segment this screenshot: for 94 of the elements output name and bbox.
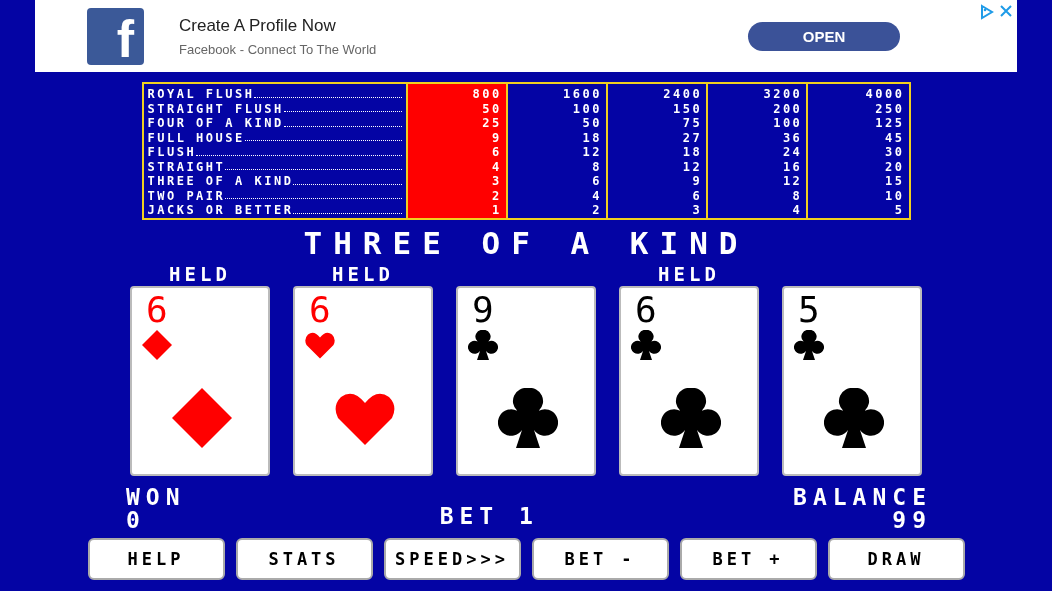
game-button[interactable]: BET + [679, 538, 817, 580]
payout-value: 50 [581, 116, 602, 131]
payout-value: 75 [681, 116, 703, 131]
payout-value: 8 [791, 188, 803, 203]
payout-value: 2400 [662, 87, 703, 102]
payout-value: 125 [874, 116, 905, 131]
club-icon [794, 330, 824, 360]
payout-value: 9 [491, 130, 502, 145]
ad-subtitle: Facebook - Connect To The World [179, 41, 378, 57]
payout-value: 800 [471, 87, 502, 102]
won-label: WON [126, 486, 186, 509]
hand-name: FLUSH [147, 145, 197, 160]
card-rank: 6 [309, 290, 331, 330]
diamond-icon [172, 388, 232, 448]
payout-value: 12 [781, 174, 803, 189]
payout-value: 3200 [762, 87, 803, 102]
playing-card[interactable]: 6 [293, 286, 433, 476]
payout-value: 150 [671, 101, 703, 116]
payout-value: 18 [581, 130, 602, 145]
payout-value: 3 [491, 174, 502, 189]
payout-value: 12 [681, 159, 703, 174]
payout-value: 1600 [562, 87, 602, 102]
card-rank: 9 [472, 290, 494, 330]
payout-value: 6 [691, 188, 703, 203]
game-button[interactable]: STATS [235, 538, 373, 580]
payout-value: 3 [691, 203, 703, 218]
facebook-logo: f [87, 7, 144, 65]
payout-value: 24 [781, 145, 803, 160]
club-icon [468, 330, 498, 360]
hand-name: ROYAL FLUSH [147, 87, 255, 102]
game-button[interactable]: BET - [531, 538, 669, 580]
payout-value: 100 [571, 101, 602, 116]
bet-amount: BET 1 [439, 505, 539, 528]
payout-value: 12 [581, 145, 602, 160]
game-button[interactable]: SPEED>>> [383, 538, 521, 580]
playing-card[interactable]: 6 [619, 286, 759, 476]
card-rank: 6 [146, 290, 168, 330]
payout-value: 10 [884, 188, 905, 203]
held-label: HELD [169, 262, 231, 286]
hand-name: FULL HOUSE [147, 130, 245, 145]
balance-label: BALANCE [793, 486, 932, 509]
club-icon [661, 388, 721, 448]
card-rank: 5 [798, 290, 820, 330]
open-button[interactable]: OPEN [748, 21, 900, 51]
payout-value: 4 [791, 203, 803, 218]
held-label: HELD [658, 262, 720, 286]
payout-value: 100 [772, 116, 803, 131]
payout-value: 5 [893, 203, 905, 218]
hand-name: TWO PAIR [147, 188, 226, 203]
payout-value: 200 [772, 101, 803, 116]
payout-value: 4 [591, 188, 602, 203]
payout-value: 9 [691, 174, 703, 189]
ad-choices-icon[interactable] [979, 4, 995, 20]
ad-title: Create A Profile Now [179, 15, 337, 36]
hand-name: STRAIGHT [147, 159, 226, 174]
payout-value: 16 [781, 159, 803, 174]
payout-value: 2 [491, 188, 502, 203]
club-icon [498, 388, 558, 448]
payout-value: 50 [481, 101, 502, 116]
card-rank: 6 [635, 290, 657, 330]
payout-value: 250 [874, 101, 905, 116]
won-value: 0 [126, 509, 147, 532]
playing-card[interactable]: 9 [456, 286, 596, 476]
payout-value: 20 [884, 159, 905, 174]
club-icon [631, 330, 661, 360]
payout-value: 27 [681, 130, 703, 145]
payout-value: 4000 [864, 87, 905, 102]
hand-name: JACKS OR BETTER [147, 203, 294, 218]
payout-value: 25 [481, 116, 502, 131]
payout-value: 2 [591, 203, 602, 218]
payout-value: 30 [884, 145, 905, 160]
payout-value: 1 [491, 203, 502, 218]
payout-value: 4 [491, 159, 502, 174]
close-icon[interactable] [999, 4, 1013, 18]
hand-name: STRAIGHT FLUSH [147, 101, 284, 116]
game-button[interactable]: DRAW [827, 538, 965, 580]
heart-icon [305, 330, 335, 360]
hand-name: THREE OF A KIND [147, 174, 294, 189]
held-label: HELD [332, 262, 394, 286]
payout-value: 15 [884, 174, 905, 189]
playing-card[interactable]: 6 [130, 286, 270, 476]
hand-name: FOUR OF A KIND [147, 116, 284, 131]
payout-value: 45 [884, 130, 905, 145]
balance-value: 99 [891, 509, 932, 532]
payout-value: 6 [591, 174, 602, 189]
payout-value: 36 [781, 130, 803, 145]
playing-card[interactable]: 5 [782, 286, 922, 476]
game-button[interactable]: HELP [87, 538, 225, 580]
payout-value: 18 [681, 145, 703, 160]
payout-value: 8 [591, 159, 602, 174]
diamond-icon [142, 330, 172, 360]
hand-result: THREE OF A KIND [303, 226, 749, 260]
payout-value: 6 [491, 145, 502, 160]
club-icon [824, 388, 884, 448]
